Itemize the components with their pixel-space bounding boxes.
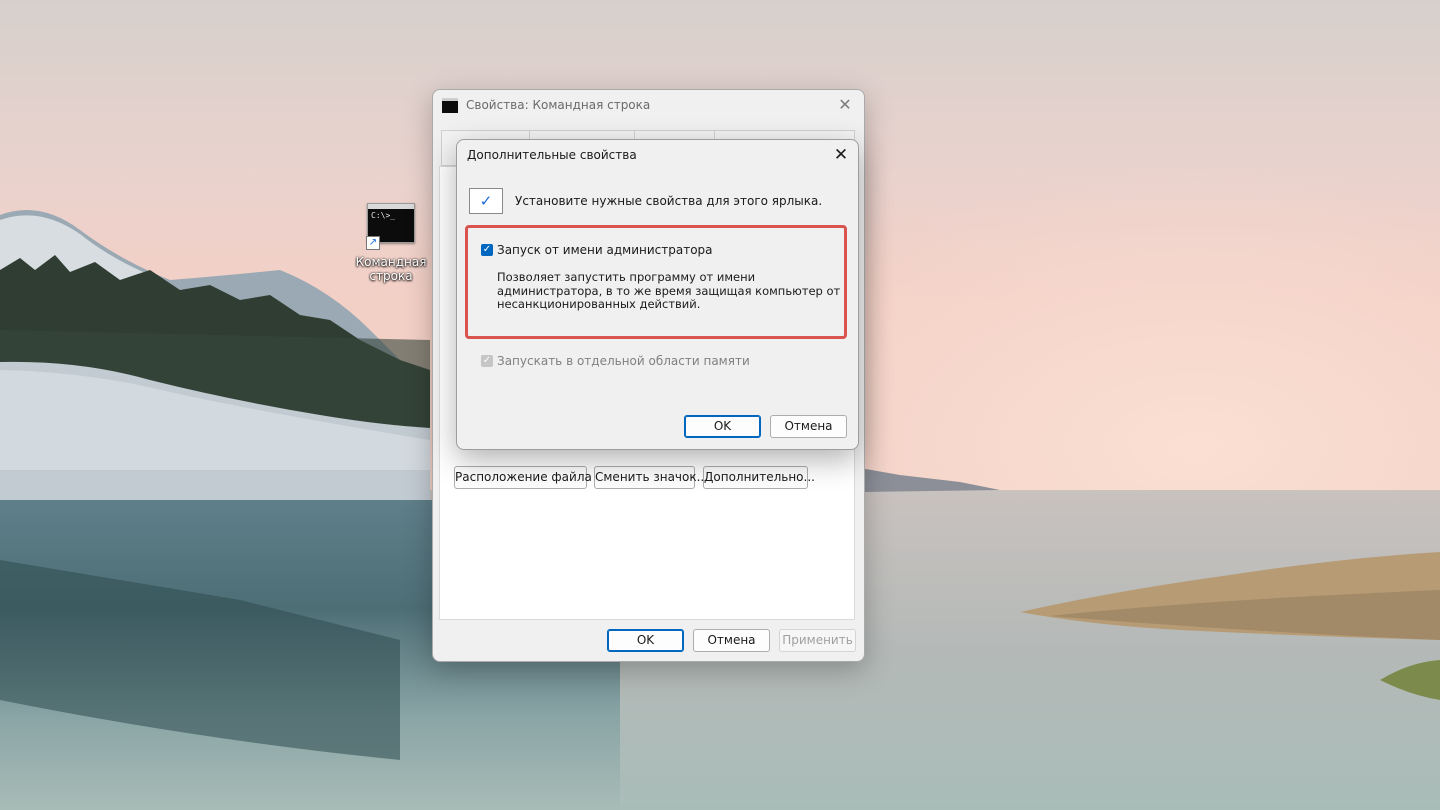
- cmd-icon: [442, 97, 458, 113]
- advanced-properties-dialog: Дополнительные свойства ✕ ✓ Установите н…: [456, 139, 859, 450]
- separate-memory-checkbox: ✓: [481, 355, 493, 367]
- cancel-button[interactable]: Отмена: [693, 629, 770, 652]
- desktop-shortcut-label: Командная строка: [355, 255, 427, 283]
- file-location-button[interactable]: Расположение файла: [454, 466, 592, 489]
- desktop-shortcut-cmd[interactable]: C:\>_ ↗ Командная строка: [352, 203, 430, 283]
- apply-button[interactable]: Применить: [779, 629, 856, 652]
- dialog-ok-button[interactable]: OK: [684, 415, 761, 438]
- change-icon-button[interactable]: Сменить значок...: [594, 466, 708, 489]
- run-as-admin-checkbox[interactable]: ✓: [481, 244, 493, 256]
- advanced-button[interactable]: Дополнительно...: [703, 466, 815, 489]
- dialog-title: Дополнительные свойства: [467, 148, 637, 162]
- run-as-admin-label[interactable]: Запуск от имени администратора: [497, 243, 713, 257]
- checkmark-icon: ✓: [469, 188, 503, 214]
- run-as-admin-description: Позволяет запустить программу от имени а…: [497, 270, 841, 311]
- properties-titlebar[interactable]: Свойства: Командная строка: [433, 90, 864, 120]
- dialog-cancel-button[interactable]: Отмена: [770, 415, 847, 438]
- ok-button[interactable]: OK: [607, 629, 684, 652]
- dialog-header-text: Установите нужные свойства для этого ярл…: [515, 194, 823, 208]
- shortcut-arrow-icon: ↗: [366, 236, 380, 250]
- cmd-prompt-text: C:\>_: [371, 211, 396, 220]
- separate-memory-label: Запускать в отдельной области памяти: [497, 354, 750, 368]
- close-icon[interactable]: ✕: [834, 94, 856, 116]
- close-icon[interactable]: ✕: [830, 144, 852, 166]
- properties-title: Свойства: Командная строка: [466, 98, 651, 112]
